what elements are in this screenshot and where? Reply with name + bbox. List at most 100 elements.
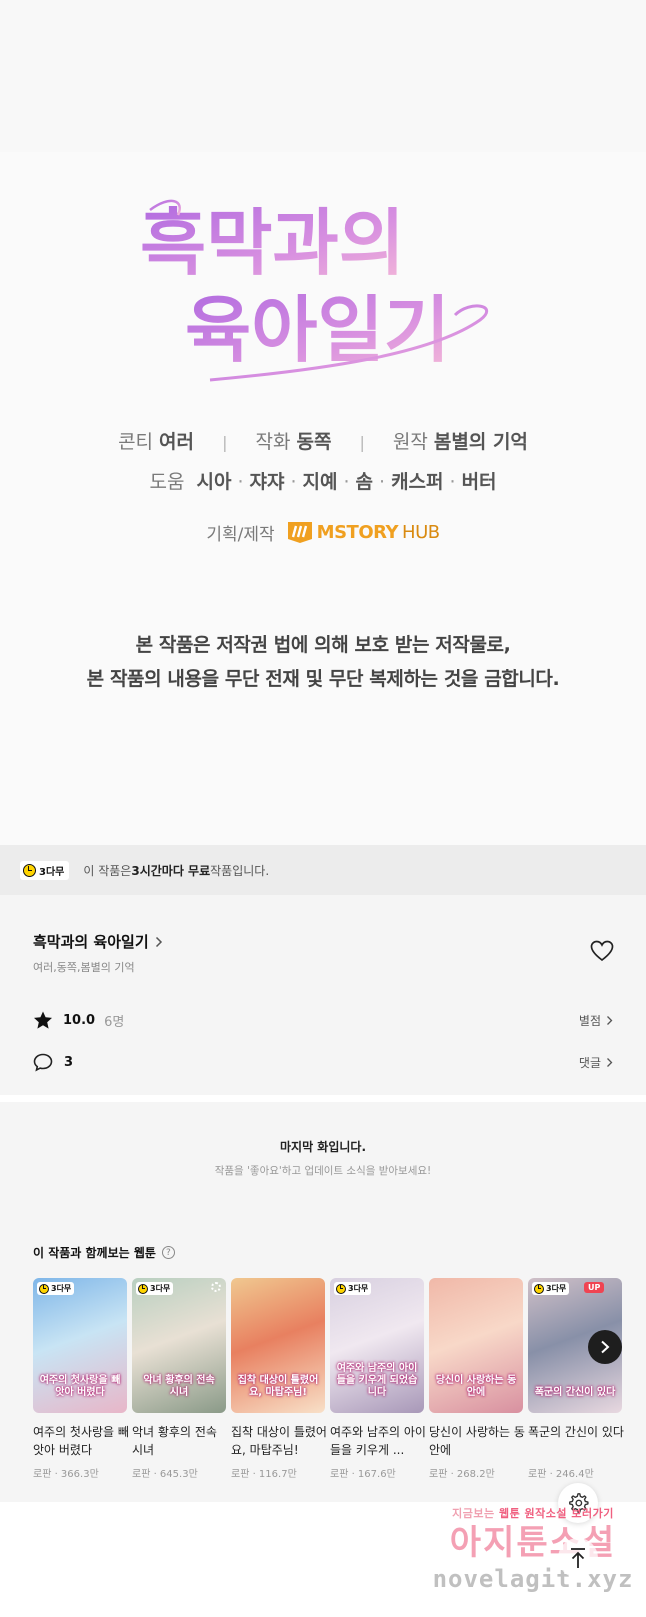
notice-line-1: 본 작품은 저작권 법에 의해 보호 받는 저작물로, bbox=[135, 634, 511, 656]
recommendation-meta: 로판 · 116.7만 bbox=[231, 1469, 297, 1480]
up-badge: UP bbox=[584, 1282, 605, 1293]
recommendation-meta: 로판 · 366.3만 bbox=[33, 1469, 99, 1480]
watermark-top-a: 지금보는 bbox=[452, 1507, 499, 1520]
thumbnail-title-art: 폭군의 간신이 있다 bbox=[534, 1387, 616, 1398]
series-info: 흑막과의 육아일기 여러,동쪽,봄별의 기억 10.0 6명 별점 3 댓글 bbox=[0, 895, 646, 1095]
assistant-name: 시아 bbox=[196, 471, 232, 493]
assistant-name: 쟈쟈 bbox=[249, 471, 285, 493]
series-authors: 여러,동쪽,봄별의 기억 bbox=[33, 961, 135, 974]
divider: | bbox=[359, 433, 365, 452]
recommendations-title: 이 작품과 함께보는 웹툰 bbox=[33, 1246, 156, 1260]
last-episode-title: 마지막 화입니다. bbox=[279, 1140, 367, 1154]
assistant-name: 솜 bbox=[355, 471, 374, 493]
watermark-top-b: 웹툰 bbox=[498, 1507, 521, 1520]
free-badge-label: 3다무 bbox=[51, 1284, 72, 1293]
conti-label: 콘티 bbox=[118, 431, 154, 453]
settings-button[interactable] bbox=[558, 1483, 598, 1523]
comment-count: 3 bbox=[64, 1054, 74, 1070]
free-banner-text-post: 작품입니다. bbox=[210, 863, 270, 878]
free-badge-label: 3다무 bbox=[348, 1284, 369, 1293]
recommendation-meta: 로판 · 167.6만 bbox=[330, 1469, 396, 1480]
last-episode-notice: 마지막 화입니다. 작품을 '좋아요'하고 업데이트 소식을 받아보세요! bbox=[0, 1102, 646, 1210]
assistant-name: 버터 bbox=[461, 471, 497, 493]
producer: 기획/제작 MSTORY HUB bbox=[0, 515, 646, 549]
recommendation-thumbnail[interactable]: 3다무악녀 황후의 전속 시녀 bbox=[132, 1278, 226, 1413]
assistant-name: 지예 bbox=[302, 471, 338, 493]
recommendation-meta: 로판 · 268.2만 bbox=[429, 1469, 495, 1480]
clock-icon bbox=[39, 1283, 49, 1294]
gear-icon bbox=[569, 1493, 589, 1513]
free-banner-text-pre: 이 작품은 bbox=[83, 863, 132, 878]
conti-value: 여러 bbox=[159, 431, 195, 453]
recommendation-thumbnail[interactable]: 3다무여주와 남주의 아이들을 키우게 되었습니다 bbox=[330, 1278, 424, 1413]
producer-logo-b: HUB bbox=[402, 521, 440, 543]
clock-icon bbox=[23, 863, 36, 877]
free-badge-label: 3다무 bbox=[546, 1284, 567, 1293]
divider: | bbox=[222, 433, 228, 452]
rating-count: 6명 bbox=[104, 1014, 125, 1030]
free-banner: 3다무 이 작품은 3시간마다 무료 작품입니다. bbox=[0, 845, 646, 895]
clock-icon bbox=[138, 1283, 148, 1294]
recommendation-title[interactable]: 여주와 남주의 아이들을 키우게 ... bbox=[330, 1423, 426, 1459]
thumbnail-title-art: 여주의 첫사랑을 빼앗아 버렸다 bbox=[39, 1375, 121, 1398]
scroll-top-button[interactable] bbox=[558, 1538, 598, 1578]
rating-link[interactable]: 별점 bbox=[579, 1012, 613, 1029]
logo-line-2: 육아일기 bbox=[185, 287, 450, 372]
original-label: 원작 bbox=[392, 431, 428, 453]
recommendation-thumbnail[interactable]: 집착 대상이 틀렸어요, 마탑주님! bbox=[231, 1278, 325, 1413]
watermark-bottom: novelagit.xyz bbox=[432, 1565, 634, 1593]
star-icon bbox=[34, 1011, 52, 1029]
recommendations: 이 작품과 함께보는 웹툰 ? 3다무 여주의 첫사랑을 빼앗아 버렸다 여주의 첫… bbox=[0, 1210, 646, 1502]
series-title-link[interactable]: 흑막과의 육아일기 bbox=[33, 931, 163, 952]
recommendation-title[interactable]: 폭군의 간신이 있다 bbox=[528, 1423, 624, 1459]
free-badge: 3다무 bbox=[20, 860, 70, 880]
comic-title-logo: 흑막과의 육아일기 bbox=[140, 199, 489, 382]
mstoryhub-logo: MSTORY HUB bbox=[287, 520, 440, 544]
notice-line-2: 본 작품의 내용을 무단 전재 및 무단 복제하는 것을 금합니다. bbox=[86, 668, 560, 690]
recommendation-title[interactable]: 집착 대상이 틀렸어요, 마탑주님! bbox=[231, 1423, 327, 1459]
original-value: 봄별의 기억 bbox=[433, 431, 528, 453]
free-badge: 3다무 bbox=[136, 1282, 174, 1295]
recommendation-meta: 로판 · 246.4만 bbox=[528, 1469, 594, 1480]
credits-main: 콘티 여러 | 작화 동쪽 | 원작 봄별의 기억 bbox=[0, 422, 646, 462]
recommendations-heading: 이 작품과 함께보는 웹툰 ? bbox=[33, 1244, 175, 1261]
rating-score: 10.0 bbox=[63, 1012, 96, 1028]
thumbnail-title-art: 악녀 황후의 전속 시녀 bbox=[143, 1375, 215, 1398]
recommendation-thumbnail[interactable]: 당신이 사랑하는 동안에 bbox=[429, 1278, 523, 1413]
comic-end-page: 흑막과의 육아일기 콘티 여러 | 작화 동쪽 | 원작 봄별의 기억 도움 시아 · 쟈… bbox=[0, 0, 646, 845]
rating-row: 10.0 6명 별점 bbox=[33, 1008, 613, 1032]
clock-icon bbox=[534, 1283, 544, 1294]
comic-top-strip bbox=[0, 0, 646, 152]
copyright-notice: 본 작품은 저작권 법에 의해 보호 받는 저작물로, 본 작품의 내용을 무단… bbox=[0, 628, 646, 696]
comment-row: 3 댓글 bbox=[33, 1050, 613, 1074]
mstory-mark-icon bbox=[287, 522, 312, 543]
arrow-right-icon bbox=[601, 1340, 610, 1354]
help-icon[interactable]: ? bbox=[161, 1246, 175, 1259]
recommendation-title[interactable]: 악녀 황후의 전속 시녀 bbox=[132, 1423, 228, 1459]
thumbnail-title-art: 여주와 남주의 아이들을 키우게 되었습니다 bbox=[336, 1363, 418, 1398]
free-banner-text-bold: 3시간마다 무료 bbox=[131, 863, 211, 878]
heart-icon[interactable] bbox=[590, 940, 614, 962]
recommendation-thumbnail[interactable]: 3다무여주의 첫사랑을 빼앗아 버렸다 bbox=[33, 1278, 127, 1413]
recommendation-title[interactable]: 당신이 사랑하는 동안에 bbox=[429, 1423, 525, 1459]
carousel-next-button[interactable] bbox=[588, 1330, 622, 1364]
credits-assist: 도움 시아 · 쟈쟈 · 지예 · 솜 · 캐스퍼 · 버터 bbox=[149, 471, 497, 493]
recommendation-meta: 로판 · 645.3만 bbox=[132, 1469, 198, 1480]
clock-icon bbox=[336, 1283, 346, 1294]
assistant-name: 캐스퍼 bbox=[391, 471, 444, 493]
free-badge-label: 3다무 bbox=[150, 1284, 171, 1293]
rating-link-label: 별점 bbox=[578, 1013, 601, 1028]
series-title: 흑막과의 육아일기 bbox=[33, 933, 149, 951]
recommendation-carousel: 3다무 여주의 첫사랑을 빼앗아 버렸다 여주의 첫사랑을 빼앗아 버렸다 로판 · … bbox=[33, 1278, 646, 1498]
credits: 콘티 여러 | 작화 동쪽 | 원작 봄별의 기억 도움 시아 · 쟈쟈 · 지예 · 솜 · 캐스퍼… bbox=[0, 422, 646, 502]
recommendation-title[interactable]: 여주의 첫사랑을 빼앗아 버렸다 bbox=[33, 1423, 129, 1459]
mini-badge-icon bbox=[211, 1282, 221, 1292]
last-episode-subtitle: 작품을 '좋아요'하고 업데이트 소식을 받아보세요! bbox=[214, 1165, 432, 1177]
watermark-middle: 아지툰소설 bbox=[449, 1523, 617, 1563]
chevron-right-icon bbox=[155, 936, 162, 947]
arrow-up-icon bbox=[571, 1548, 585, 1568]
art-value: 동쪽 bbox=[296, 431, 332, 453]
comments-link[interactable]: 댓글 bbox=[579, 1054, 613, 1071]
producer-label: 기획/제작 bbox=[206, 524, 275, 545]
chevron-right-icon bbox=[607, 1057, 613, 1067]
